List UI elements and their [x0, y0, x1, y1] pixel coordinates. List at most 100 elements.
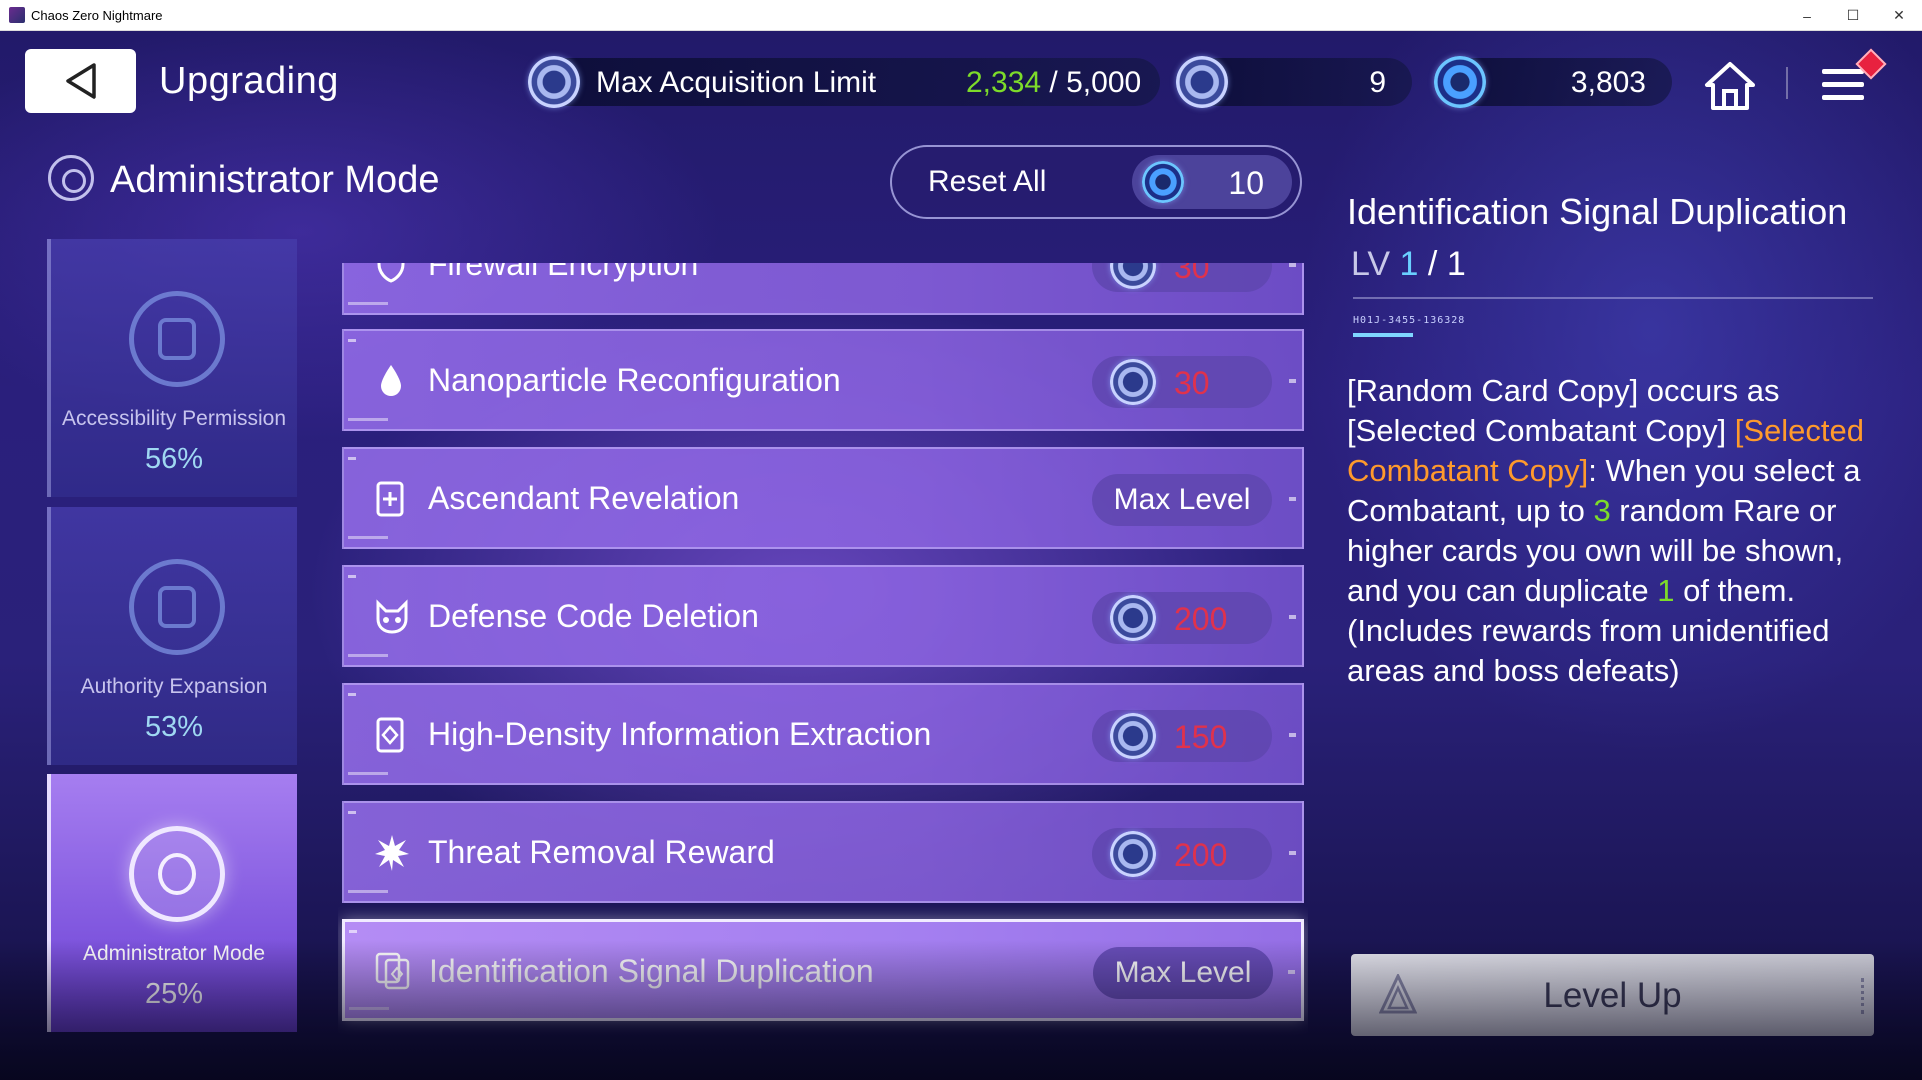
level-up-label: Level Up [1543, 976, 1682, 1015]
gear-currency-icon [528, 56, 580, 108]
mask-icon [376, 599, 408, 634]
upgrade-cost-value: 200 [1174, 837, 1228, 873]
acquisition-separator: / [1049, 66, 1058, 99]
detail-code: H01J-3455-136328 [1353, 315, 1466, 326]
key-icon [129, 291, 225, 387]
upgrade-name: High-Density Information Extraction [428, 716, 932, 752]
window-title: Chaos Zero Nightmare [31, 7, 163, 23]
reset-cost-pill: 10 [1132, 155, 1292, 209]
level-prefix: LV [1351, 245, 1391, 283]
gear-currency-display[interactable]: 9 [1176, 56, 1412, 108]
gear-currency-icon [1110, 595, 1156, 641]
category-percent: 53% [144, 711, 204, 743]
level-current: 1 [1399, 245, 1419, 283]
minimize-button[interactable]: – [1784, 0, 1830, 31]
upgrade-row-firewall-encryption[interactable]: Firewall Encryption 30 [342, 263, 1304, 315]
upgrade-max-level-badge: Max Level [1092, 474, 1272, 526]
acquisition-max: 5,000 [1066, 66, 1142, 99]
gear-currency-icon [1176, 56, 1228, 108]
upgrade-cost-value: 30 [1174, 263, 1210, 285]
upgrade-cost: 200 [1092, 592, 1272, 644]
id-card-icon [129, 559, 225, 655]
window-titlebar: Chaos Zero Nightmare – ☐ ✕ [0, 0, 1922, 31]
back-arrow-icon [65, 63, 96, 99]
max-level-label: Max Level [1114, 956, 1252, 989]
upgrade-row-nanoparticle-reconfiguration[interactable]: Nanoparticle Reconfiguration 30 [342, 329, 1304, 431]
blue-currency-value: 3,803 [1570, 66, 1646, 99]
game-viewport: Upgrading Max Acquisition Limit 2,334 / … [0, 31, 1922, 1080]
burst-icon [375, 835, 409, 871]
upgrade-name: Nanoparticle Reconfiguration [428, 362, 841, 398]
desc-number-1: 3 [1593, 493, 1611, 528]
shield-icon [377, 263, 405, 283]
upgrade-row-ascendant-revelation[interactable]: Ascendant Revelation Max Level [342, 447, 1304, 549]
level-separator: / [1427, 245, 1438, 283]
gear-currency-value: 9 [1369, 66, 1386, 99]
category-tab-accessibility-permission[interactable]: Accessibility Permission 56% [47, 239, 297, 497]
upgrade-cost-value: 30 [1174, 365, 1210, 401]
category-tab-authority-expansion[interactable]: Authority Expansion 53% [47, 507, 297, 765]
gear-currency-icon [1110, 831, 1156, 877]
max-level-label: Max Level [1113, 483, 1251, 516]
gear-currency-icon [1110, 359, 1156, 405]
upgrade-row-threat-removal-reward[interactable]: Threat Removal Reward 200 [342, 801, 1304, 903]
diamond-card-icon [376, 717, 404, 753]
reset-all-button[interactable]: Reset All 10 [890, 145, 1302, 219]
upgrade-name: Defense Code Deletion [428, 598, 759, 634]
duplicate-icon [375, 952, 410, 990]
upgrade-cost: 30 [1092, 356, 1272, 408]
upgrade-max-level-badge: Max Level [1093, 947, 1273, 999]
section-title: Administrator Mode [110, 159, 440, 201]
blue-currency-display[interactable]: 3,803 [1434, 56, 1672, 108]
reset-cost-value: 10 [1228, 165, 1264, 201]
upgrade-row-identification-signal-duplication[interactable]: Identification Signal Duplication Max Le… [342, 919, 1304, 1021]
close-button[interactable]: ✕ [1876, 0, 1922, 31]
home-icon[interactable] [1704, 61, 1756, 111]
category-label: Authority Expansion [80, 675, 268, 698]
back-button[interactable] [25, 49, 136, 113]
upgrade-cost-value: 200 [1174, 601, 1228, 637]
detail-level: LV 1 / 1 [1351, 245, 1466, 284]
detail-divider [1353, 297, 1873, 299]
reset-all-label: Reset All [928, 165, 1047, 198]
upgrade-name: Ascendant Revelation [428, 480, 740, 516]
target-icon [48, 155, 94, 201]
detail-progress-accent [1353, 333, 1413, 337]
upgrade-cost-value: 150 [1174, 719, 1228, 755]
blue-gear-currency-icon [1434, 56, 1486, 108]
blue-gear-currency-icon [1142, 161, 1184, 203]
upgrade-row-defense-code-deletion[interactable]: Defense Code Deletion 200 [342, 565, 1304, 667]
acquisition-limit-label: Max Acquisition Limit [596, 66, 877, 99]
category-tab-administrator-mode[interactable]: Administrator Mode 25% [47, 774, 297, 1032]
detail-description: [Random Card Copy] occurs as [Selected C… [1347, 371, 1887, 691]
page-title: Upgrading [159, 60, 339, 102]
upgrade-name: Identification Signal Duplication [429, 953, 874, 989]
detail-title: Identification Signal Duplication [1347, 191, 1848, 232]
acquisition-limit-display: Max Acquisition Limit 2,334 / 5,000 [528, 56, 1160, 108]
desc-part-1: [Random Card Copy] occurs as [Selected C… [1347, 373, 1780, 448]
gear-currency-icon [1110, 713, 1156, 759]
droplet-icon [381, 365, 401, 396]
category-percent: 25% [144, 978, 204, 1010]
upgrade-cost: 200 [1092, 828, 1272, 880]
upgrade-name: Firewall Encryption [428, 263, 699, 282]
level-max: 1 [1446, 245, 1466, 283]
level-up-dots [1861, 978, 1864, 1014]
category-label: Administrator Mode [82, 942, 266, 965]
upgrade-row-high-density-information-extraction[interactable]: High-Density Information Extraction 150 [342, 683, 1304, 785]
gear-currency-icon [1110, 263, 1156, 289]
category-percent: 56% [144, 443, 204, 475]
app-icon [9, 7, 25, 23]
desc-number-2: 1 [1657, 573, 1675, 608]
plus-card-icon [376, 481, 404, 517]
maximize-button[interactable]: ☐ [1830, 0, 1876, 31]
fingerprint-icon [129, 826, 225, 922]
acquisition-current: 2,334 [966, 66, 1042, 99]
upgrade-name: Threat Removal Reward [428, 834, 775, 870]
level-up-button[interactable]: Level Up [1351, 954, 1874, 1036]
upgrade-cost: 150 [1092, 710, 1272, 762]
category-label: Accessibility Permission [61, 407, 287, 430]
upgrade-cost: 30 [1092, 263, 1272, 292]
toolbar-divider [1786, 67, 1788, 99]
upgrade-list[interactable]: Firewall Encryption 30 Nanoparticle Reco… [338, 263, 1308, 1043]
